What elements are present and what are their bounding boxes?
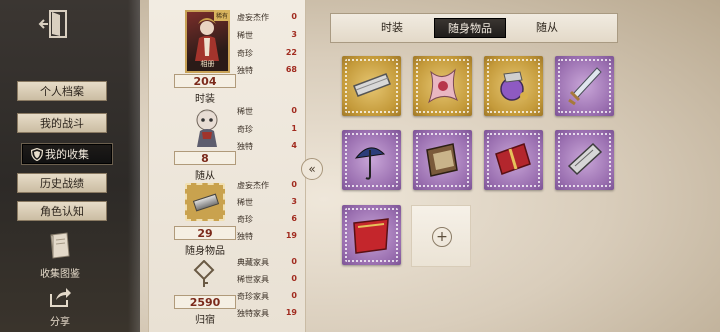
stat-value: 0 bbox=[291, 257, 297, 266]
stat-value: 68 bbox=[285, 65, 297, 74]
accessory-item[interactable] bbox=[342, 205, 401, 265]
follower-stat-row: 奇珍 1 bbox=[237, 124, 297, 136]
accessory-item[interactable] bbox=[555, 130, 614, 190]
nav-character-button[interactable]: 角色认知 bbox=[17, 201, 107, 221]
stat-key: 独特 bbox=[237, 66, 253, 75]
shield-icon bbox=[31, 148, 43, 161]
stat-value: 4 bbox=[291, 141, 297, 150]
left-sidebar bbox=[0, 0, 140, 332]
stat-key: 稀世家具 bbox=[237, 275, 269, 284]
stat-value: 0 bbox=[291, 291, 297, 300]
stat-value: 0 bbox=[291, 180, 297, 189]
accessory-item[interactable] bbox=[413, 130, 472, 190]
accessory-item[interactable] bbox=[484, 130, 543, 190]
home-stat-row: 稀世家具 0 bbox=[237, 274, 297, 286]
stat-value: 6 bbox=[291, 214, 297, 223]
costume-stat-row: 独特 68 bbox=[237, 65, 297, 77]
collapse-panel-button[interactable]: « bbox=[301, 158, 323, 180]
accessory-item[interactable] bbox=[342, 130, 401, 190]
accessory-stat-row: 虚妄杰作 0 bbox=[237, 180, 297, 192]
stat-value: 3 bbox=[291, 197, 297, 206]
stat-key: 虚妄杰作 bbox=[237, 13, 269, 22]
follower-label: 随从 bbox=[195, 171, 215, 182]
character-figure-icon bbox=[195, 18, 219, 61]
accessory-label: 随身物品 bbox=[185, 246, 225, 257]
stat-key: 奇珍 bbox=[237, 125, 253, 134]
exit-icon[interactable] bbox=[38, 8, 72, 40]
accessory-stamp-icon bbox=[185, 183, 225, 221]
collection-book-label: 收集图鉴 bbox=[40, 269, 80, 280]
follower-stat-row: 独特 4 bbox=[237, 141, 297, 153]
accessory-stat-row: 稀世 3 bbox=[237, 197, 297, 209]
home-key-icon bbox=[193, 260, 215, 287]
add-icon: + bbox=[432, 227, 452, 247]
add-item-slot[interactable]: + bbox=[411, 205, 471, 267]
nav-battle-button[interactable]: 我的战斗 bbox=[17, 113, 107, 133]
stat-key: 奇珍 bbox=[237, 215, 253, 224]
stat-value: 19 bbox=[285, 308, 297, 317]
stat-key: 奇珍家具 bbox=[237, 292, 269, 301]
accessory-item[interactable] bbox=[413, 56, 472, 116]
home-count: 2590 bbox=[174, 295, 236, 309]
silver-bracelet-icon bbox=[353, 73, 391, 97]
mechanical-ornament-icon bbox=[500, 71, 528, 101]
costume-count: 204 bbox=[174, 74, 236, 88]
share-button[interactable]: 分享 bbox=[30, 286, 90, 328]
silver-case-icon bbox=[567, 142, 603, 176]
tab-accessory[interactable]: 随身物品 bbox=[434, 18, 506, 38]
stat-key: 稀世 bbox=[237, 198, 253, 207]
pink-ribbon-ornament-icon bbox=[427, 68, 459, 104]
stat-key: 典藏家具 bbox=[237, 258, 269, 267]
stat-value: 19 bbox=[285, 231, 297, 240]
nav-profile-button[interactable]: 个人档案 bbox=[17, 81, 107, 101]
costume-portrait: 稀有 相册 bbox=[185, 10, 230, 73]
tab-costume[interactable]: 时装 bbox=[364, 18, 420, 38]
stat-key: 稀世 bbox=[237, 31, 253, 40]
accessory-item[interactable] bbox=[342, 56, 401, 116]
stat-key: 独特家具 bbox=[237, 309, 269, 318]
red-banner-icon bbox=[353, 218, 389, 254]
stat-value: 0 bbox=[291, 274, 297, 283]
nav-history-button[interactable]: 历史战绩 bbox=[17, 173, 107, 193]
nav-collection-button[interactable]: 我的收集 bbox=[22, 144, 112, 164]
collection-book-button[interactable]: 收集图鉴 bbox=[30, 232, 90, 280]
stat-key: 独特 bbox=[237, 142, 253, 151]
costume-stat-row: 奇珍 22 bbox=[237, 48, 297, 60]
stat-key: 独特 bbox=[237, 232, 253, 241]
accessory-stat-row: 奇珍 6 bbox=[237, 214, 297, 226]
book-icon bbox=[426, 143, 458, 177]
stat-key: 稀世 bbox=[237, 107, 253, 116]
stat-value: 0 bbox=[291, 106, 297, 115]
share-icon bbox=[50, 288, 71, 307]
red-gift-box-icon bbox=[495, 143, 531, 175]
accessory-stat-row: 独特 19 bbox=[237, 231, 297, 243]
home-label: 归宿 bbox=[195, 315, 215, 326]
stat-value: 0 bbox=[291, 12, 297, 21]
share-label: 分享 bbox=[50, 317, 70, 328]
tab-follower[interactable]: 随从 bbox=[519, 18, 575, 38]
accessory-count: 29 bbox=[174, 226, 236, 240]
book-icon bbox=[50, 232, 70, 259]
stat-value: 3 bbox=[291, 30, 297, 39]
category-tabs: 时装 随身物品 随从 bbox=[330, 13, 618, 43]
stat-value: 22 bbox=[285, 48, 297, 57]
follower-count: 8 bbox=[174, 151, 236, 165]
home-stat-row: 典藏家具 0 bbox=[237, 257, 297, 269]
dagger-icon bbox=[568, 67, 602, 106]
umbrella-icon bbox=[354, 147, 386, 180]
nav-collection-label: 我的收集 bbox=[45, 148, 89, 161]
follower-stat-row: 稀世 0 bbox=[237, 106, 297, 118]
follower-doll-icon bbox=[195, 109, 219, 147]
costume-label: 时装 bbox=[195, 94, 215, 105]
home-stat-row: 奇珍家具 0 bbox=[237, 291, 297, 303]
stat-key: 虚妄杰作 bbox=[237, 181, 269, 190]
accessory-item[interactable] bbox=[484, 56, 543, 116]
accessory-item[interactable] bbox=[555, 56, 614, 116]
costume-stat-row: 虚妄杰作 0 bbox=[237, 12, 297, 24]
stat-value: 1 bbox=[291, 124, 297, 133]
home-stat-row: 独特家具 19 bbox=[237, 308, 297, 320]
stat-key: 奇珍 bbox=[237, 49, 253, 58]
costume-stat-row: 稀世 3 bbox=[237, 30, 297, 42]
portrait-name: 相册 bbox=[200, 60, 215, 68]
